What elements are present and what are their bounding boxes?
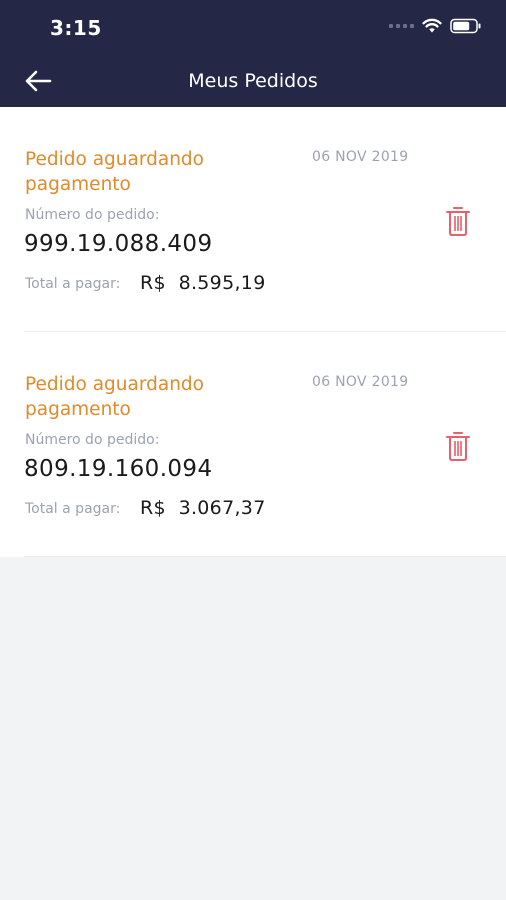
order-date: 06 NOV 2019: [312, 374, 409, 390]
order-status: Pedido aguardando pagamento: [25, 149, 204, 195]
orders-list: Pedido aguardando pagamento 06 NOV 2019 …: [0, 107, 506, 557]
order-number: 999.19.088.409: [24, 231, 213, 257]
delete-order-button[interactable]: [442, 428, 474, 464]
total-label: Total a pagar:: [25, 276, 121, 292]
total-label: Total a pagar:: [25, 501, 121, 517]
delete-order-button[interactable]: [442, 203, 474, 239]
status-time: 3:15: [50, 16, 102, 40]
trash-icon: [446, 207, 470, 236]
battery-icon: [450, 18, 481, 34]
signal-dots-icon: [389, 24, 414, 28]
order-date: 06 NOV 2019: [312, 149, 409, 165]
app-header: 3:15 Meus Pedidos: [0, 0, 506, 107]
order-status: Pedido aguardando pagamento: [25, 374, 204, 420]
wifi-icon: [422, 18, 442, 33]
order-number-label: Número do pedido:: [25, 432, 160, 448]
total-value: R$ 8.595,19: [140, 272, 266, 294]
trash-icon: [446, 432, 470, 461]
page-title: Meus Pedidos: [188, 70, 318, 92]
total-value: R$ 3.067,37: [140, 497, 266, 519]
order-number-label: Número do pedido:: [25, 207, 160, 223]
order-number: 809.19.160.094: [24, 456, 213, 482]
status-icons: [389, 18, 482, 34]
order-item[interactable]: Pedido aguardando pagamento 06 NOV 2019 …: [24, 107, 506, 332]
order-item[interactable]: Pedido aguardando pagamento 06 NOV 2019 …: [24, 332, 506, 557]
